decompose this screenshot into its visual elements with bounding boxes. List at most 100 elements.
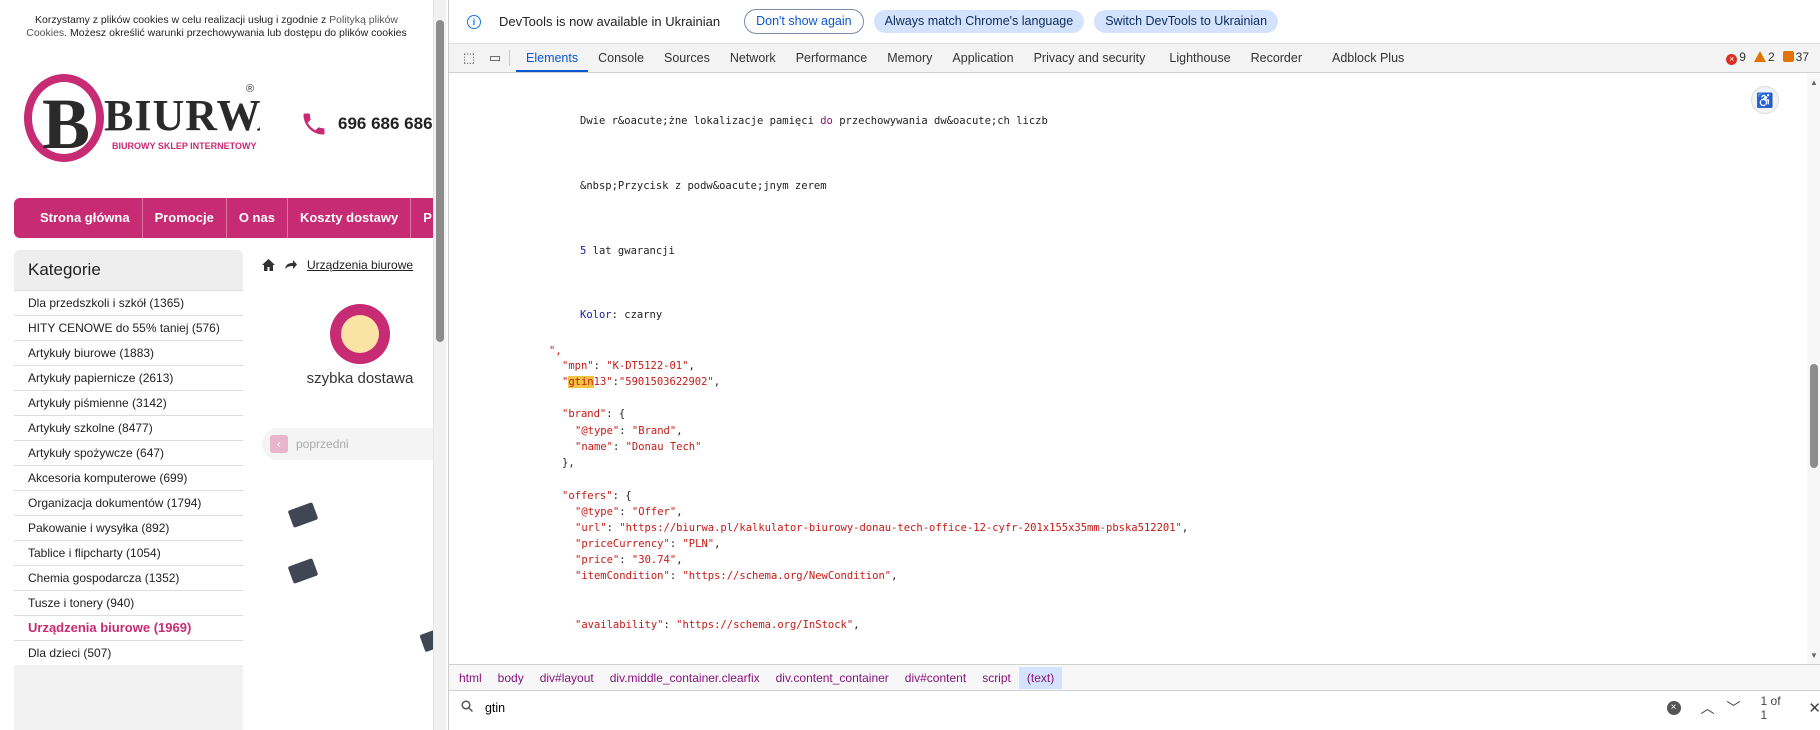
code-line: }, <box>562 457 575 469</box>
code-line: "name": "Donau Tech" <box>575 441 702 453</box>
inspect-element-icon[interactable]: ⬚ <box>461 51 477 65</box>
category-item[interactable]: Artykuły biurowe (1883) <box>14 340 243 365</box>
accessibility-tree-icon[interactable]: ♿ <box>1751 86 1779 114</box>
code-line: "offers": { <box>562 490 632 502</box>
crumb-div-content[interactable]: div#content <box>897 667 974 689</box>
arrow-right-icon <box>285 260 297 269</box>
previous-button[interactable]: ‹ poprzedni <box>262 428 433 460</box>
crumb-div-content-container[interactable]: div.content_container <box>768 667 897 689</box>
site-logo[interactable]: B BIURWA ® BIUROWY SKLEP INTERNETOWY <box>20 72 288 168</box>
crumb-body[interactable]: body <box>490 667 532 689</box>
cookie-policy-link[interactable]: Polityką plików <box>329 14 398 26</box>
site-nav: Strona główna Promocje O nas Koszty dost… <box>14 198 433 238</box>
chevron-left-icon: ‹ <box>270 435 288 453</box>
stopwatch-icon <box>330 304 390 364</box>
scroll-down-icon[interactable]: ▼ <box>1810 651 1818 660</box>
next-match-button[interactable]: ﹀ <box>1727 698 1741 718</box>
code-line-gtin: "gtin13":"5901503622902", <box>562 376 721 388</box>
crumb-text[interactable]: (text) <box>1018 667 1063 689</box>
categories-sidebar: Kategorie Dla przedszkoli i szkół (1365)… <box>14 250 243 730</box>
error-count[interactable]: × 9 <box>1726 50 1746 65</box>
categories-list: Dla przedszkoli i szkół (1365) HITY CENOW… <box>14 290 243 665</box>
category-item[interactable]: Organizacja dokumentów (1794) <box>14 490 243 515</box>
scrollbar-thumb[interactable] <box>436 20 444 342</box>
message-count[interactable]: 37 <box>1782 50 1809 65</box>
code-line: ", <box>549 345 562 357</box>
dom-breadcrumbs: html body div#layout div.middle_containe… <box>449 664 1820 691</box>
search-input[interactable] <box>482 699 1667 716</box>
phone-number: 696 686 686 <box>338 114 433 133</box>
category-item[interactable]: Chemia gospodarcza (1352) <box>14 565 243 590</box>
category-item[interactable]: Akcesoria komputerowe (699) <box>14 465 243 490</box>
elements-scrollbar[interactable]: ▲ ▼ <box>1807 74 1820 664</box>
svg-text:B: B <box>42 84 90 164</box>
previous-match-button[interactable]: ︿ <box>1701 698 1715 718</box>
phone-contact[interactable]: 696 686 686 <box>300 110 433 138</box>
search-icon <box>461 700 475 715</box>
product-thumbnail[interactable] <box>287 558 319 584</box>
code-line: &nbsp;Przycisk z podw&oacute;jnym zerem <box>580 180 827 192</box>
crumb-html[interactable]: html <box>449 667 490 689</box>
message-icon <box>1782 51 1794 62</box>
cookie-policy-link-2[interactable]: Cookies <box>26 27 64 39</box>
nav-more[interactable]: P <box>411 198 433 238</box>
nav-shipping-costs[interactable]: Koszty dostawy <box>288 198 412 238</box>
scroll-up-icon[interactable]: ▲ <box>1810 78 1818 87</box>
devtools-tabbar: ⬚ ▭ Elements Console Sources Network Per… <box>449 44 1820 73</box>
crumb-script[interactable]: script <box>974 667 1019 689</box>
tab-lighthouse[interactable]: Lighthouse <box>1155 44 1240 72</box>
tab-memory[interactable]: Memory <box>877 44 942 72</box>
crumb-div-middle-container[interactable]: div.middle_container.clearfix <box>602 667 768 689</box>
category-item[interactable]: Artykuły szkolne (8477) <box>14 415 243 440</box>
category-item[interactable]: Artykuły piśmienne (3142) <box>14 390 243 415</box>
nav-about[interactable]: O nas <box>227 198 288 238</box>
website-scrollbar[interactable] <box>433 0 446 730</box>
category-item[interactable]: Pakowanie i wysyłka (892) <box>14 515 243 540</box>
crumb-div-layout[interactable]: div#layout <box>532 667 602 689</box>
category-item[interactable]: Artykuły papiernicze (2613) <box>14 365 243 390</box>
tab-performance[interactable]: Performance <box>786 44 878 72</box>
tab-network[interactable]: Network <box>720 44 786 72</box>
category-item[interactable]: Urządzenia biurowe (1969) <box>14 615 243 640</box>
infobar-text: DevTools is now available in Ukrainian <box>499 14 721 29</box>
code-line: 5 lat gwarancji <box>580 245 675 257</box>
scrollbar-thumb[interactable] <box>1810 364 1818 468</box>
match-count: 1 of 1 <box>1760 693 1781 722</box>
category-item[interactable]: Dla dzieci (507) <box>14 640 243 665</box>
page-breadcrumb: Urządzenia biurowe <box>262 258 413 272</box>
nav-home[interactable]: Strona główna <box>14 198 143 238</box>
match-chrome-language-button[interactable]: Always match Chrome's language <box>873 10 1085 33</box>
device-toolbar-icon[interactable]: ▭ <box>487 51 503 65</box>
find-bar: × ︿ ﹀ 1 of 1 ✕ <box>449 690 1820 724</box>
tab-recorder[interactable]: Recorder <box>1241 44 1312 72</box>
warning-count[interactable]: 2 <box>1753 50 1775 65</box>
search-match-highlight: gtin <box>568 376 594 388</box>
clear-search-icon[interactable]: × <box>1666 700 1681 715</box>
elements-source-view[interactable]: Dwie r&oacute;żne lokalizacje pamięci do… <box>449 74 1794 664</box>
tab-console[interactable]: Console <box>588 44 654 72</box>
tab-elements[interactable]: Elements <box>516 44 589 72</box>
category-item[interactable]: Artykuły spożywcze (647) <box>14 440 243 465</box>
code-line: "availability": "https://schema.org/InSt… <box>575 619 860 631</box>
product-thumbnail[interactable] <box>287 502 319 528</box>
tab-adblock-plus[interactable]: Adblock Plus <box>1312 44 1414 72</box>
tab-sources[interactable]: Sources <box>654 44 720 72</box>
issue-counters[interactable]: × 9 2 37 <box>1726 50 1809 65</box>
logo-text: BIURWA <box>104 91 260 140</box>
category-item[interactable]: HITY CENOWE do 55% taniej (576) <box>14 315 243 340</box>
code-line: "itemCondition": "https://schema.org/New… <box>575 570 898 582</box>
category-item[interactable]: Tablice i flipcharty (1054) <box>14 540 243 565</box>
error-icon: × <box>1726 54 1738 65</box>
tab-privacy-security[interactable]: Privacy and security <box>1024 44 1156 72</box>
category-item[interactable]: Dla przedszkoli i szkół (1365) <box>14 290 243 315</box>
nav-promotions[interactable]: Promocje <box>143 198 227 238</box>
tab-application[interactable]: Application <box>942 44 1023 72</box>
close-find-bar-icon[interactable]: ✕ <box>1808 699 1820 717</box>
category-item[interactable]: Tusze i tonery (940) <box>14 590 243 615</box>
product-thumbnail[interactable] <box>419 629 433 653</box>
code-line: Dwie r&oacute;żne lokalizacje pamięci do… <box>580 115 1048 127</box>
dont-show-again-button[interactable]: Don't show again <box>744 9 864 34</box>
breadcrumb-link-devices[interactable]: Urządzenia biurowe <box>307 258 413 272</box>
home-icon[interactable] <box>262 259 275 271</box>
switch-to-ukrainian-button[interactable]: Switch DevTools to Ukrainian <box>1094 10 1279 33</box>
